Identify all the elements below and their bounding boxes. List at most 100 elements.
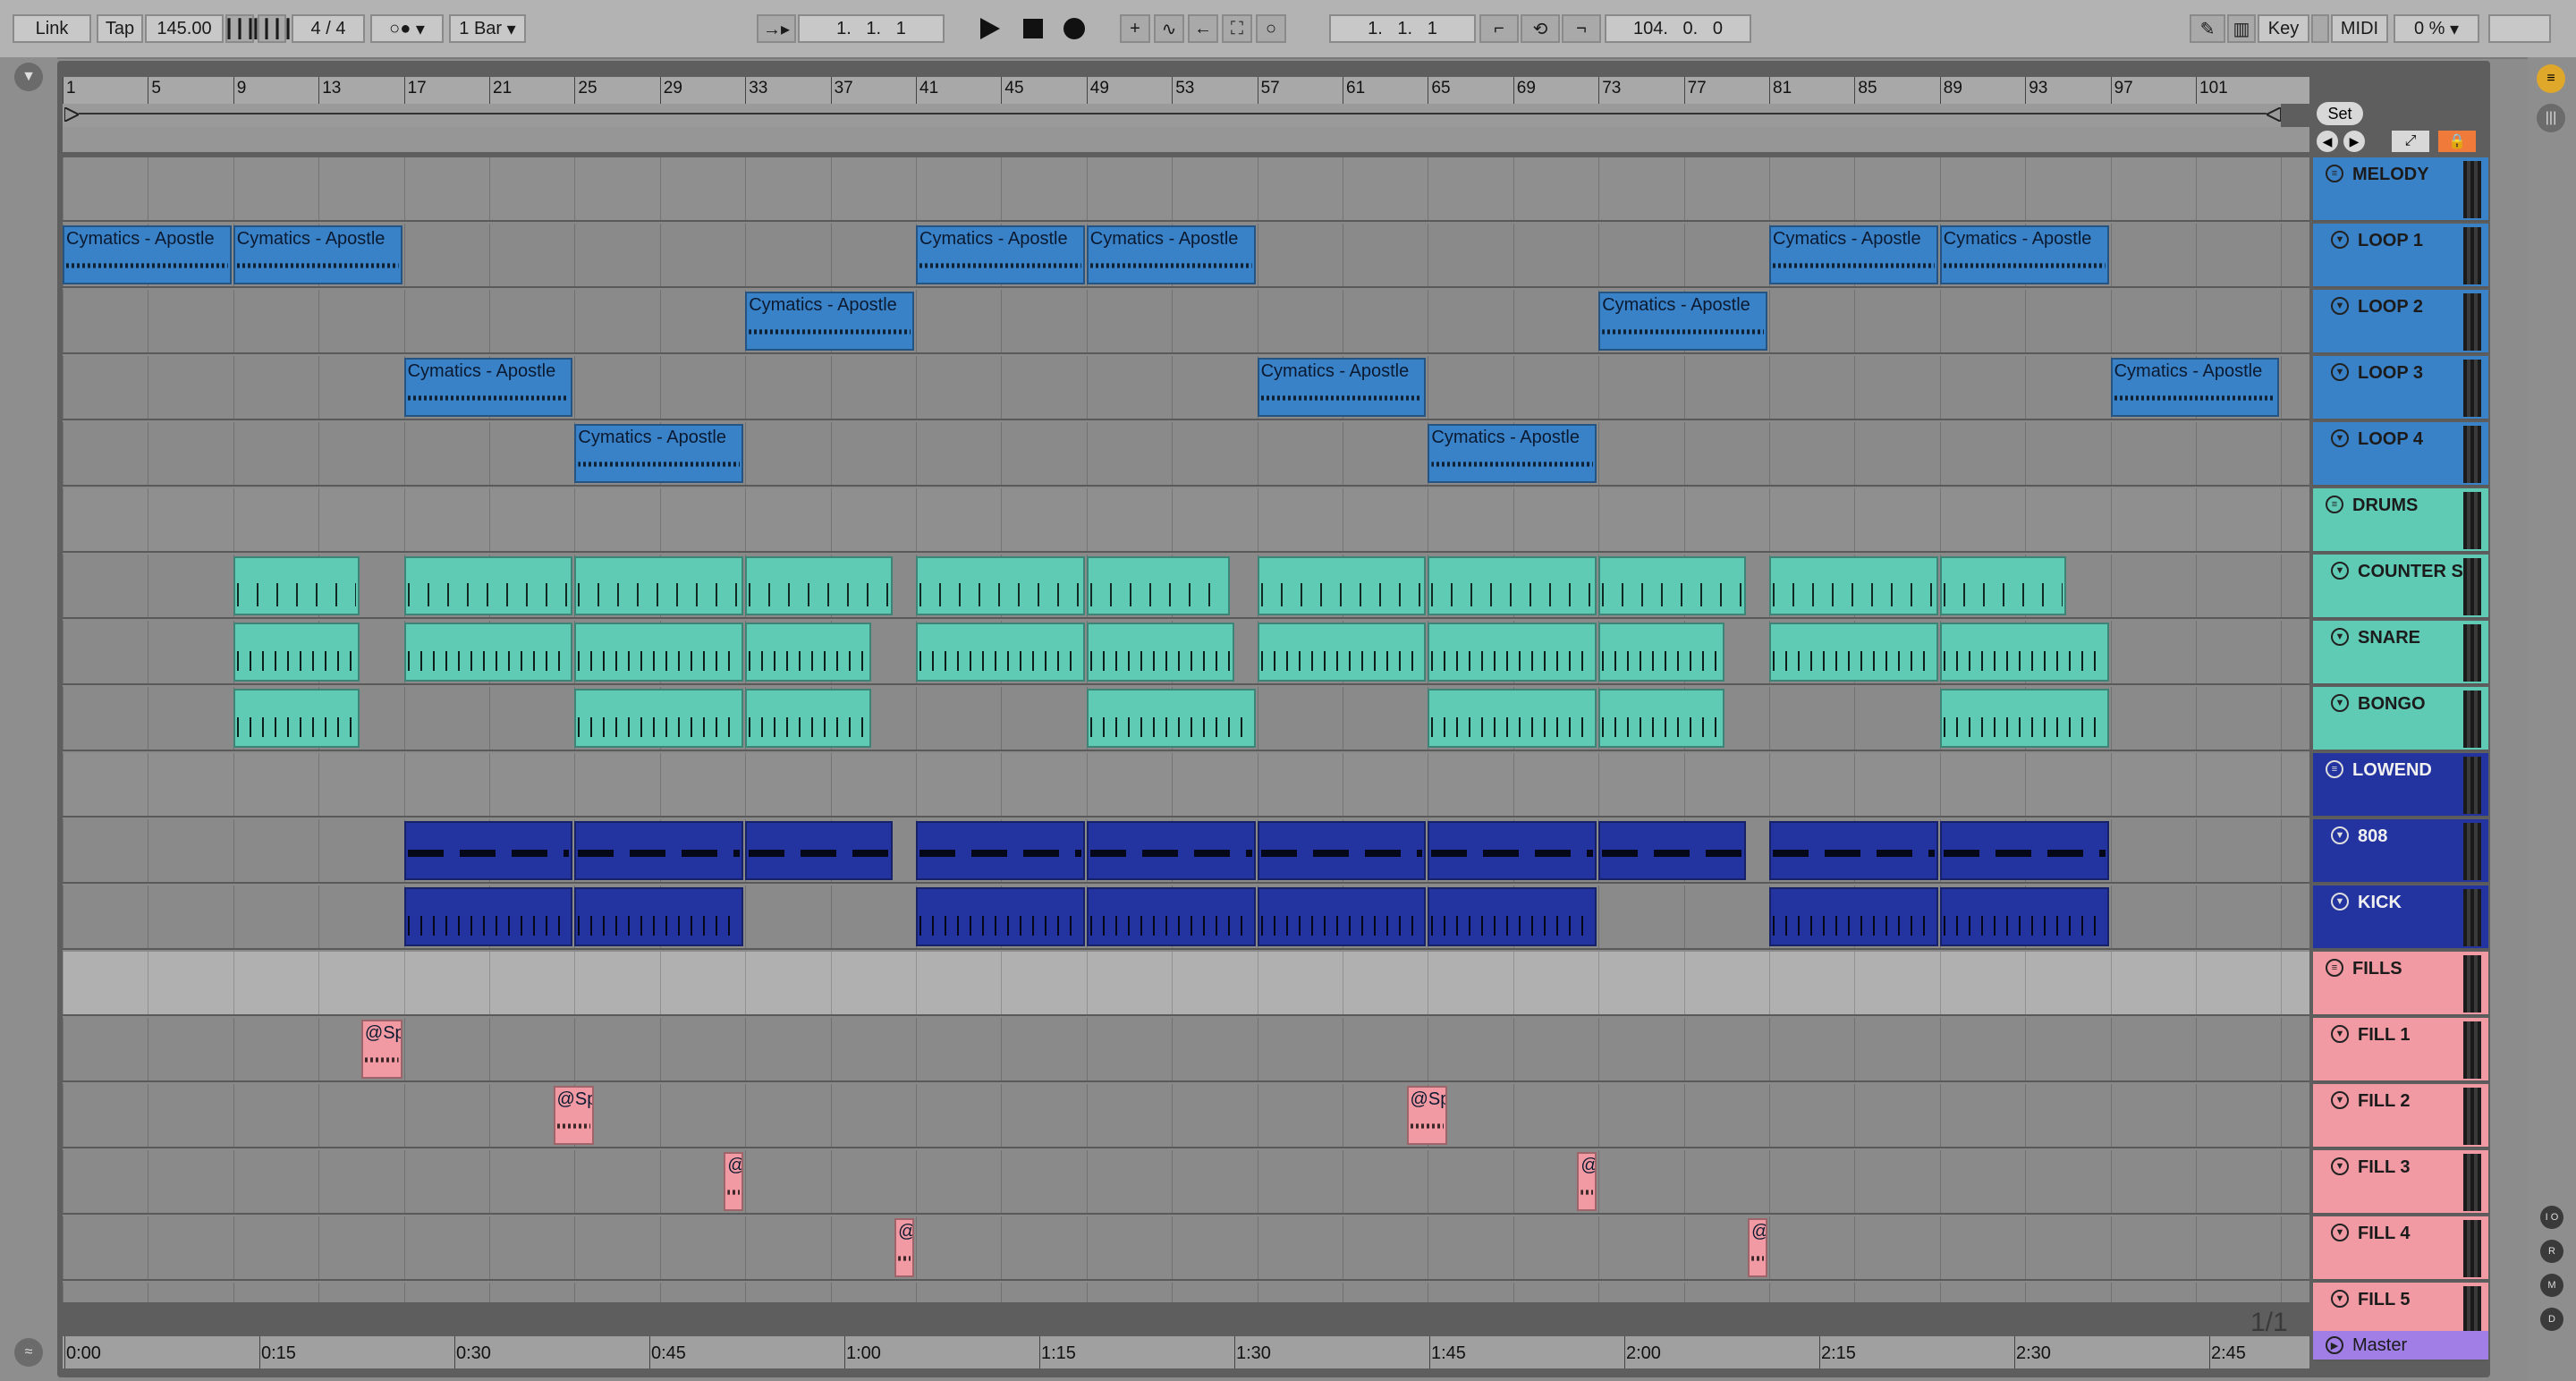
clip[interactable]: @ [724, 1152, 744, 1211]
track-header-snare[interactable]: ▼ SNARE [2313, 621, 2488, 685]
loop-switch-icon[interactable]: ⟲ [1521, 14, 1560, 43]
track-lane-fill-3[interactable]: @@ [63, 1150, 2309, 1215]
set-locator-button[interactable]: Set [2317, 102, 2363, 125]
clip[interactable] [1598, 821, 1747, 880]
clip[interactable]: Cymatics - Apostle [1428, 424, 1597, 483]
capture-icon[interactable]: ⛶ [1222, 14, 1252, 43]
clip[interactable] [1257, 623, 1427, 682]
clip[interactable]: Cymatics - Apostle [233, 225, 402, 284]
io-toggle-icon-1[interactable]: R [2540, 1240, 2563, 1263]
groove-pool-icon[interactable]: ≈ [14, 1338, 43, 1367]
track-header-808[interactable]: ▼ 808 [2313, 819, 2488, 884]
track-lane-fill-5[interactable] [63, 1283, 2309, 1302]
group-fold-icon[interactable]: ≡ [2326, 959, 2343, 977]
clip[interactable] [1428, 623, 1597, 682]
clip[interactable] [916, 821, 1085, 880]
track-fold-icon[interactable]: ▼ [2331, 1157, 2349, 1175]
track-lane-loop-3[interactable]: Cymatics - Apostle Cymatics - Apostle Cyma… [63, 356, 2309, 420]
clip[interactable] [233, 556, 360, 615]
track-lane-808[interactable] [63, 819, 2309, 884]
tempo-field[interactable]: 145.00 [145, 14, 224, 43]
clip[interactable] [574, 556, 744, 615]
next-locator-icon[interactable]: ▶ [2343, 131, 2365, 152]
lock-envelopes-icon[interactable]: 🔒 [2438, 131, 2476, 152]
io-toggle-icon-3[interactable]: D [2540, 1308, 2563, 1331]
clip[interactable] [916, 556, 1085, 615]
track-fold-icon[interactable]: ▼ [2331, 363, 2349, 381]
track-fold-icon[interactable]: ▼ [2331, 297, 2349, 315]
clip[interactable] [1257, 556, 1427, 615]
previous-locator-icon[interactable]: ◀ [2317, 131, 2338, 152]
clip[interactable]: Cymatics - Apostle [574, 424, 744, 483]
clip[interactable] [403, 821, 573, 880]
track-lane-counter-sn[interactable] [63, 555, 2309, 619]
track-fold-icon[interactable]: ▼ [2331, 628, 2349, 646]
track-header-loop-2[interactable]: ▼ LOOP 2 [2313, 290, 2488, 354]
time-signature-field[interactable]: 4 / 4 [292, 14, 365, 43]
quantize-menu[interactable]: 1 Bar ▾ [449, 14, 526, 43]
mixer-toggle-icon[interactable]: ||| [2537, 104, 2565, 132]
track-lane-fill-2[interactable]: @Sp @Sp [63, 1084, 2309, 1148]
track-header-kick[interactable]: ▼ KICK [2313, 885, 2488, 950]
clip[interactable] [1428, 821, 1597, 880]
clip[interactable] [1428, 556, 1597, 615]
clip[interactable] [745, 556, 894, 615]
clip[interactable] [1086, 689, 1256, 748]
punch-out-icon[interactable]: ¬ [1562, 14, 1601, 43]
track-header-bongo[interactable]: ▼ BONGO [2313, 687, 2488, 751]
track-header-loop-4[interactable]: ▼ LOOP 4 [2313, 422, 2488, 487]
track-header-loop-3[interactable]: ▼ LOOP 3 [2313, 356, 2488, 420]
loop-start-field[interactable]: 1. 1. 1 [1329, 14, 1476, 43]
clip[interactable] [1939, 689, 2109, 748]
io-toggle-icon-0[interactable]: I O [2540, 1206, 2563, 1229]
clip-view-toggle-icon[interactable]: ≡ [2537, 64, 2565, 93]
clip[interactable]: @Sp [360, 1020, 402, 1079]
master-fold-icon[interactable]: ▶ [2326, 1336, 2343, 1354]
arrangement-tracks[interactable]: Cymatics - Apostle Cymatics - Apostle Cyma… [63, 157, 2309, 1302]
play-icon[interactable] [975, 13, 1005, 45]
track-header-counter-sn[interactable]: ▼ COUNTER SN [2313, 555, 2488, 619]
track-header-fill-2[interactable]: ▼ FILL 2 [2313, 1084, 2488, 1148]
track-lane-bongo[interactable] [63, 687, 2309, 751]
clip[interactable] [1939, 556, 2066, 615]
midi-map-button[interactable]: MIDI [2331, 14, 2388, 43]
clip[interactable]: Cymatics - Apostle [403, 358, 573, 417]
track-lane-loop-4[interactable]: Cymatics - Apostle Cymatics - Apostle [63, 422, 2309, 487]
clip[interactable]: Cymatics - Apostle [1598, 292, 1767, 351]
clip[interactable] [1598, 689, 1725, 748]
track-fold-icon[interactable]: ▼ [2331, 1091, 2349, 1109]
time-ruler[interactable]: 0:00 0:15 0:30 0:45 1:00 1:15 1:30 1:45 2:00 2:15… [63, 1336, 2309, 1368]
clip[interactable] [1086, 623, 1234, 682]
clip[interactable] [233, 689, 360, 748]
track-lane-snare[interactable] [63, 621, 2309, 685]
follow-icon[interactable]: →▸ [757, 14, 796, 43]
clip[interactable]: @ [1577, 1152, 1597, 1211]
clip[interactable]: Cymatics - Apostle [63, 225, 232, 284]
track-lane-melody[interactable] [63, 157, 2309, 222]
clip[interactable] [1769, 623, 1938, 682]
clip[interactable] [745, 821, 894, 880]
clip[interactable]: Cymatics - Apostle [1769, 225, 1938, 284]
track-header-melody[interactable]: ≡ MELODY [2313, 157, 2488, 222]
track-lane-kick[interactable] [63, 885, 2309, 950]
browser-toggle-icon[interactable]: ▼ [14, 63, 43, 91]
clip[interactable] [403, 556, 573, 615]
clip[interactable] [1086, 556, 1230, 615]
track-fold-icon[interactable]: ▼ [2331, 893, 2349, 911]
clip[interactable] [1086, 887, 1256, 946]
clip[interactable] [1939, 821, 2109, 880]
clip[interactable] [1939, 887, 2109, 946]
loop-end-marker-icon[interactable] [2264, 106, 2282, 123]
track-header-fills[interactable]: ≡ FILLS [2313, 952, 2488, 1016]
clip[interactable] [574, 821, 744, 880]
track-lane-lowend[interactable] [63, 753, 2309, 818]
clip[interactable] [1769, 887, 1938, 946]
locator-lane[interactable] [63, 127, 2309, 152]
clip[interactable]: @Sp [1406, 1086, 1448, 1145]
punch-in-icon[interactable]: ⌐ [1479, 14, 1519, 43]
clip[interactable] [745, 689, 872, 748]
loop-brace[interactable] [63, 104, 2282, 129]
clip[interactable] [745, 623, 872, 682]
clip[interactable] [574, 623, 744, 682]
track-fold-icon[interactable]: ▼ [2331, 694, 2349, 712]
